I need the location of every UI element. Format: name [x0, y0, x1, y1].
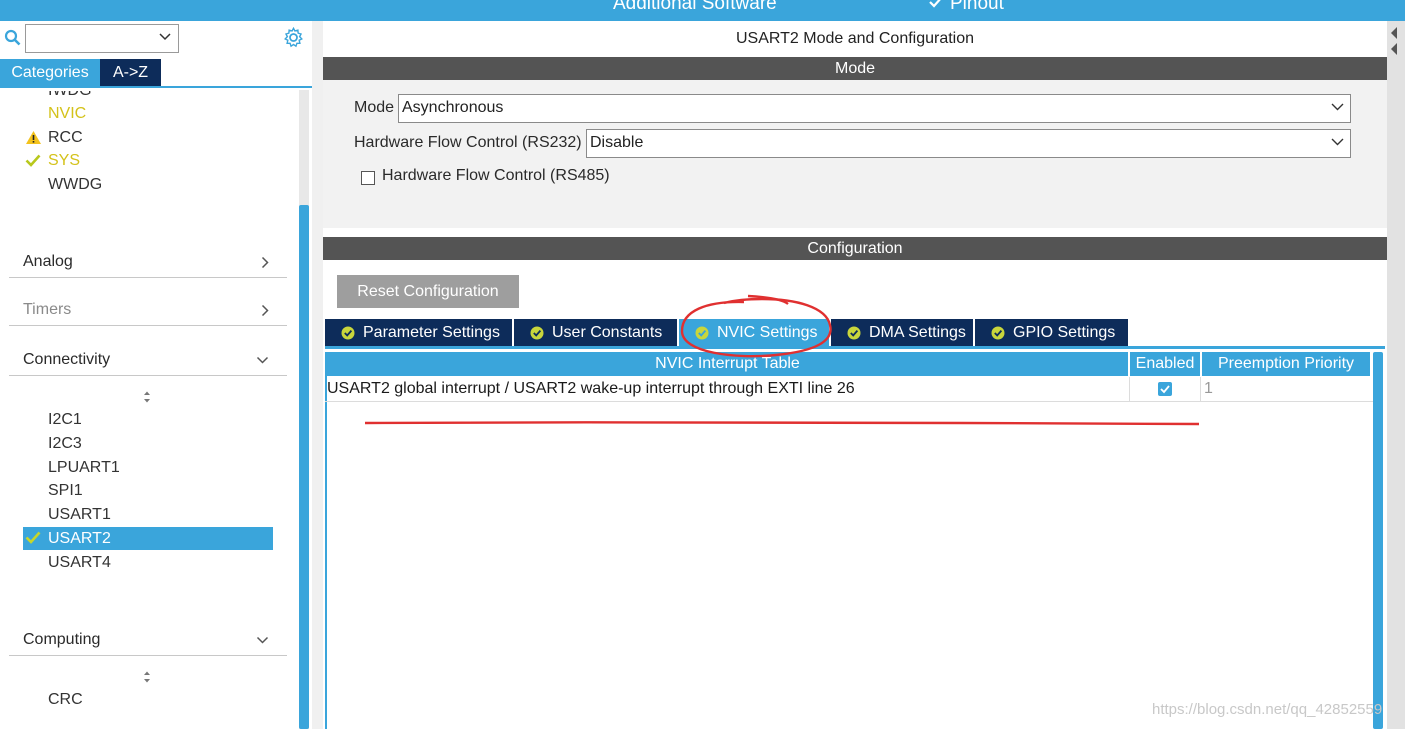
- ok-circle-icon: [847, 326, 861, 340]
- configuration-header: Configuration: [323, 237, 1387, 260]
- tab-label: Parameter Settings: [363, 324, 500, 341]
- tab-label: NVIC Settings: [717, 324, 818, 341]
- hw-flow-rs232-select[interactable]: Disable: [586, 129, 1351, 158]
- chevron-right-icon: [261, 304, 269, 317]
- table-left-border: [325, 352, 327, 729]
- section-connectivity[interactable]: Connectivity: [9, 345, 287, 376]
- chevron-down-icon: [1331, 103, 1344, 111]
- sort-icon[interactable]: [141, 390, 153, 404]
- section-analog-label: Analog: [23, 253, 73, 270]
- tab-user-constants[interactable]: User Constants: [514, 319, 677, 347]
- table-scrollbar[interactable]: [1373, 352, 1383, 729]
- tab-label: DMA Settings: [869, 324, 966, 341]
- section-analog[interactable]: Analog: [9, 247, 287, 278]
- chevron-down-icon: [159, 33, 171, 41]
- check-icon: [25, 531, 41, 544]
- mode-label: Mode: [354, 99, 395, 116]
- tree-item-usart4[interactable]: USART4: [48, 554, 111, 572]
- pinout-label: Pinout: [950, 0, 1004, 14]
- tab-gpio-settings[interactable]: GPIO Settings: [975, 319, 1128, 347]
- tab-label: GPIO Settings: [1013, 324, 1116, 341]
- check-icon: [25, 154, 41, 167]
- cell-divider: [1200, 377, 1201, 401]
- table-header-enabled[interactable]: Enabled: [1130, 352, 1200, 376]
- table-header-name[interactable]: NVIC Interrupt Table: [327, 352, 1128, 376]
- tree-item-usart1[interactable]: USART1: [48, 506, 111, 524]
- chevron-down-icon: [256, 356, 269, 364]
- search-combobox[interactable]: [25, 24, 179, 53]
- section-connectivity-label: Connectivity: [23, 351, 111, 368]
- table-row-divider: [325, 401, 1373, 402]
- tree-item-wwdg[interactable]: WWDG: [48, 176, 102, 194]
- gear-icon[interactable]: [283, 27, 304, 48]
- warning-icon: [26, 131, 41, 144]
- ok-circle-icon: [695, 326, 709, 340]
- cell-divider: [1129, 377, 1130, 401]
- tab-nvic-settings[interactable]: NVIC Settings: [679, 319, 829, 347]
- sort-icon[interactable]: [141, 670, 153, 684]
- tree-item-rcc[interactable]: RCC: [48, 129, 83, 147]
- config-panel: USART2 Mode and Configuration Mode Mode …: [323, 21, 1387, 729]
- hw-flow-rs232-label: Hardware Flow Control (RS232): [354, 134, 582, 151]
- tree-item-nvic[interactable]: NVIC: [48, 105, 86, 123]
- check-icon: [1160, 385, 1170, 394]
- reset-configuration-button[interactable]: Reset Configuration: [337, 275, 519, 308]
- tree-item-lpuart1[interactable]: LPUART1: [48, 459, 120, 477]
- pinout-tab[interactable]: Pinout: [928, 0, 1004, 15]
- sidebar-scrollbar-thumb[interactable]: [299, 205, 309, 729]
- mode-header: Mode: [323, 57, 1387, 80]
- search-icon[interactable]: [4, 29, 22, 47]
- tree-item-i2c3[interactable]: I2C3: [48, 435, 82, 453]
- ok-circle-icon: [991, 326, 1005, 340]
- hw-flow-rs232-value: Disable: [590, 134, 644, 151]
- tab-categories[interactable]: Categories: [0, 59, 100, 86]
- section-timers-label: Timers: [23, 301, 72, 318]
- tab-underline: [0, 86, 312, 88]
- tree-item-sys[interactable]: SYS: [48, 152, 80, 170]
- component-sidebar: Categories A->Z IWDG NVIC RCC SYS WWDG A…: [0, 21, 312, 729]
- tab-dma-settings[interactable]: DMA Settings: [831, 319, 973, 347]
- outline-panel-edge: [1387, 21, 1405, 729]
- chevron-down-icon: [1331, 138, 1344, 146]
- mode-value: Asynchronous: [402, 99, 504, 116]
- ok-circle-icon: [341, 326, 355, 340]
- section-computing[interactable]: Computing: [9, 625, 287, 656]
- collapse-icon[interactable]: [1389, 25, 1399, 57]
- chevron-down-icon: [256, 636, 269, 644]
- panel-splitter[interactable]: [312, 21, 323, 729]
- hw-flow-rs485-checkbox[interactable]: [361, 171, 375, 185]
- table-header-priority[interactable]: Preemption Priority: [1202, 352, 1370, 376]
- preemption-priority-cell[interactable]: 1: [1204, 377, 1213, 401]
- config-tabs: Parameter Settings User Constants NVIC S…: [325, 319, 1387, 348]
- ok-circle-icon: [530, 326, 544, 340]
- enabled-checkbox[interactable]: [1158, 382, 1172, 396]
- tab-parameter-settings[interactable]: Parameter Settings: [325, 319, 512, 347]
- check-icon: [929, 0, 941, 8]
- tab-label: User Constants: [552, 324, 663, 341]
- tree-item-usart2[interactable]: USART2: [48, 530, 111, 548]
- section-computing-label: Computing: [23, 631, 101, 648]
- mode-select[interactable]: Asynchronous: [398, 94, 1351, 123]
- watermark: https://blog.csdn.net/qq_42852559: [1152, 701, 1383, 718]
- interrupt-name-cell[interactable]: USART2 global interrupt / USART2 wake-up…: [327, 377, 855, 401]
- hw-flow-rs485-label: Hardware Flow Control (RS485): [382, 167, 610, 184]
- section-timers[interactable]: Timers: [9, 295, 287, 326]
- chevron-right-icon: [261, 256, 269, 269]
- top-navigation-bar: Additional Software Pinout: [0, 0, 1405, 21]
- tree-item-spi1[interactable]: SPI1: [48, 482, 83, 500]
- tab-a-to-z[interactable]: A->Z: [100, 59, 161, 86]
- page-title: USART2 Mode and Configuration: [735, 30, 975, 47]
- additional-software-tab[interactable]: Additional Software: [613, 0, 777, 15]
- tree-item-crc[interactable]: CRC: [48, 691, 83, 709]
- tree-item-i2c1[interactable]: I2C1: [48, 411, 82, 429]
- tab-underline: [325, 346, 1385, 349]
